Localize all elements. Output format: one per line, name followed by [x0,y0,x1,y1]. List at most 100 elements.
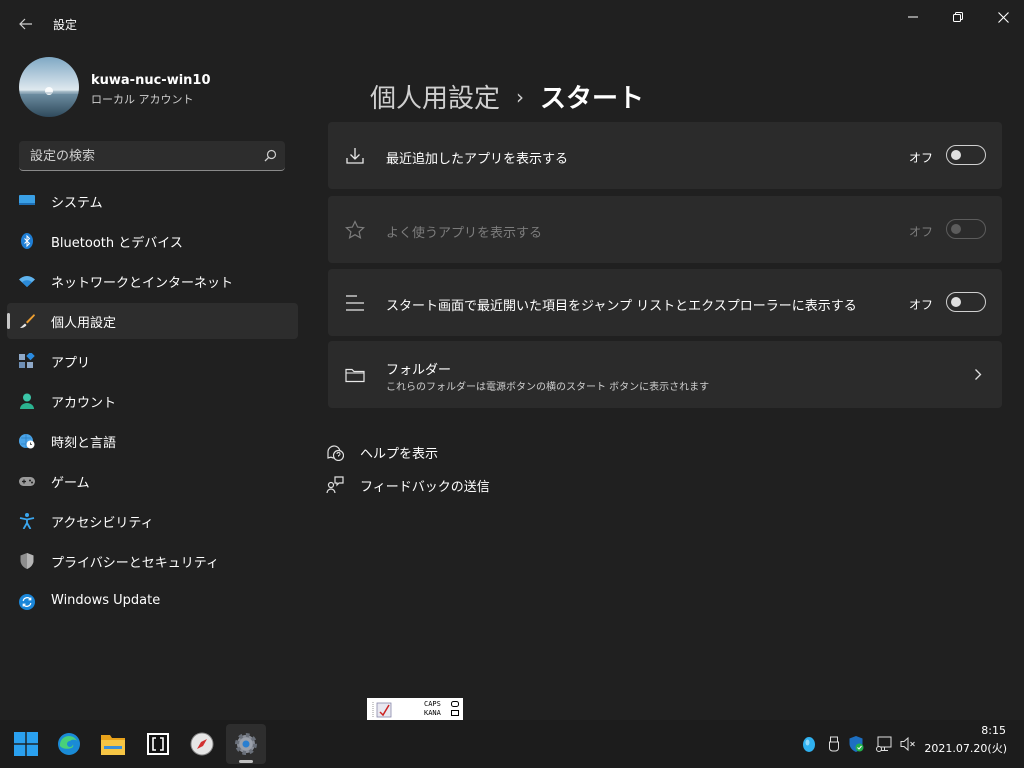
setting-label: 最近追加したアプリを表示する [386,152,569,167]
taskbar-compass-app[interactable] [182,724,222,764]
search-icon[interactable] [264,149,277,162]
nav-item-apps[interactable]: アプリ [7,343,298,379]
brush-icon [20,314,35,328]
globe-clock-icon [19,434,35,449]
nav-label-personalization: 個人用設定 [51,316,117,331]
start-button[interactable] [6,724,46,764]
search-input[interactable] [19,141,262,171]
breadcrumb: 個人用設定 › スタート [370,78,644,115]
minimize-icon [908,16,918,18]
nav-label-system: システム [51,196,103,211]
taskbar-edge[interactable] [49,724,89,764]
wifi-icon [19,276,35,287]
nav-item-gaming[interactable]: ゲーム [7,463,298,499]
restore-icon [953,12,963,22]
security-shield-icon[interactable] [848,736,864,752]
nav-label-apps: アプリ [51,356,91,371]
windows-logo-icon [14,732,38,756]
chevron-right-icon [975,369,982,380]
kana-label: KANA [424,709,441,717]
nav-label-time-language: 時刻と言語 [51,436,117,451]
folders-description: これらのフォルダーは電源ボタンの横のスタート ボタンに表示されます [386,382,710,393]
nav-item-system[interactable]: システム [7,183,298,219]
taskbar-settings[interactable] [226,724,266,764]
setting-most-used-apps: よく使うアプリを表示する オフ [328,196,1002,263]
nav-item-accounts[interactable]: アカウント [7,383,298,419]
help-icon [327,445,344,461]
search-box[interactable] [19,141,285,171]
restore-button[interactable] [935,4,981,30]
toggle-state-label: オフ [908,151,933,165]
ime-indicator[interactable]: CAPS KANA [367,698,463,720]
shield-icon [20,553,34,569]
gear-icon [235,733,257,755]
close-button[interactable] [980,4,1024,30]
onedrive-drop-icon[interactable] [801,736,817,752]
recent-items-toggle[interactable] [946,292,986,312]
list-icon [346,295,364,311]
folder-icon [345,368,365,383]
update-icon [19,594,35,610]
apps-icon [19,353,35,368]
folders-title: フォルダー [386,363,452,378]
nav-item-bluetooth[interactable]: Bluetooth とデバイス [7,223,298,259]
taskbar-app-brackets[interactable] [138,724,178,764]
selection-indicator [7,313,10,329]
setting-recent-apps: 最近追加したアプリを表示する オフ [328,122,1002,189]
star-icon [345,220,365,239]
toggle-knob [951,224,961,234]
person-icon [20,393,34,409]
accessibility-icon [19,513,35,529]
recent-apps-toggle[interactable] [946,145,986,165]
feedback-link[interactable]: フィードバックの送信 [326,473,490,497]
nav-label-bluetooth: Bluetooth とデバイス [51,236,183,251]
breadcrumb-parent[interactable]: 個人用設定 [370,78,500,115]
most-used-apps-toggle[interactable] [946,219,986,239]
back-button[interactable] [12,10,40,38]
edge-icon [58,733,80,755]
nav-item-windows-update[interactable]: Windows Update [7,584,298,620]
nav-label-network: ネットワークとインターネット [51,276,234,291]
folders-card[interactable]: フォルダー これらのフォルダーは電源ボタンの横のスタート ボタンに表示されます [328,341,1002,408]
ime-brush-icon [372,702,392,718]
nav-label-privacy: プライバシーとセキュリティ [51,556,219,571]
user-name: kuwa-nuc-win10 [91,73,211,88]
breadcrumb-separator: › [516,84,525,109]
avatar-image [19,57,79,117]
nav-item-personalization[interactable]: 個人用設定 [7,303,298,339]
nav-item-time-language[interactable]: 時刻と言語 [7,423,298,459]
arrow-left-icon [19,18,32,30]
account-type: ローカル アカウント [91,93,194,106]
volume-muted-icon[interactable] [900,736,916,752]
close-icon [997,11,1009,23]
setting-label: スタート画面で最近開いた項目をジャンプ リストとエクスプローラーに表示する [386,299,857,314]
folder-icon [101,735,125,755]
usb-icon[interactable] [826,736,842,752]
nav-label-gaming: ゲーム [51,476,90,491]
nav-item-privacy[interactable]: プライバシーとセキュリティ [7,543,298,579]
toggle-state-label: オフ [908,298,933,312]
toggle-knob [951,150,961,160]
nav-item-network[interactable]: ネットワークとインターネット [7,263,298,299]
avatar[interactable] [19,57,79,117]
ime-status-icon [451,701,459,716]
system-icon [19,195,35,205]
toggle-state-label: オフ [908,225,933,239]
setting-label: よく使うアプリを表示する [386,226,543,241]
bracket-app-icon [147,733,169,755]
taskbar-file-explorer[interactable] [93,724,133,764]
minimize-button[interactable] [890,4,936,30]
nav-item-accessibility[interactable]: アクセシビリティ [7,503,298,539]
nav-label-accounts: アカウント [51,396,117,411]
bluetooth-icon [21,233,33,249]
help-link[interactable]: ヘルプを表示 [326,440,438,464]
nav-label-accessibility: アクセシビリティ [51,516,154,531]
clock-date[interactable]: 2021.07.20(火) [924,740,1007,756]
page-title: スタート [540,84,645,114]
help-link-label: ヘルプを表示 [360,446,439,462]
window-title: 設定 [53,18,78,32]
feedback-link-label: フィードバックの送信 [360,479,490,495]
setting-recent-items: スタート画面で最近開いた項目をジャンプ リストとエクスプローラーに表示する オフ [328,269,1002,336]
clock-time[interactable]: 8:15 [981,724,1006,737]
network-monitor-icon[interactable] [876,736,892,752]
